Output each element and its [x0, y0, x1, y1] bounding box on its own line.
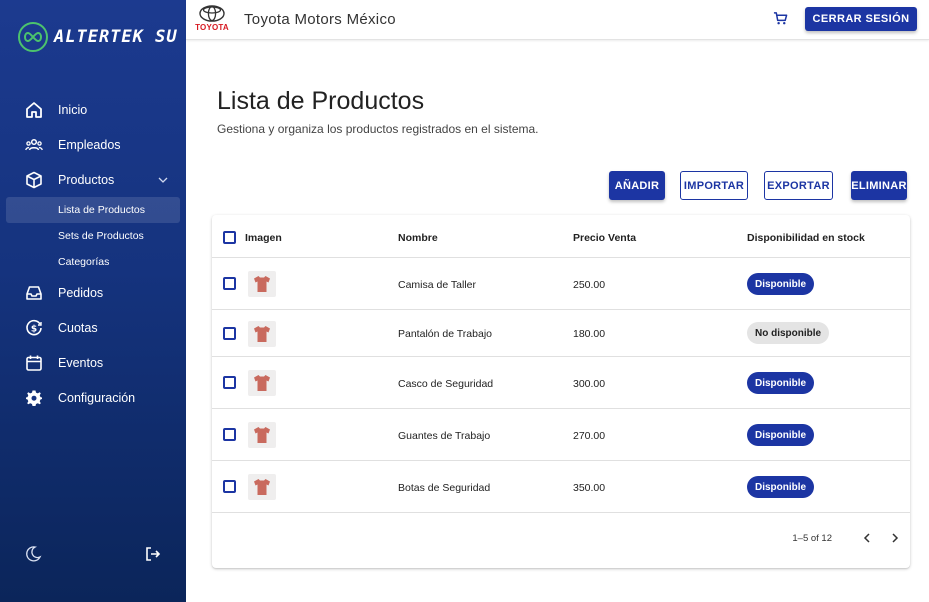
sidebar-item-label: Inicio [58, 102, 88, 117]
infinity-logo-icon [18, 22, 48, 52]
previous-page-icon[interactable] [858, 529, 876, 547]
product-name: Casco de Seguridad [398, 378, 494, 390]
product-thumbnail [248, 422, 276, 448]
dark-mode-toggle-icon[interactable] [24, 545, 42, 568]
table-row[interactable]: Camisa de Taller 250.00 Disponible [212, 258, 910, 310]
table-row[interactable]: Botas de Seguridad 350.00 Disponible [212, 461, 910, 513]
brand-name: ALTERTEK SU [54, 27, 178, 47]
add-button[interactable]: AÑADIR [609, 171, 665, 200]
table-header: Imagen Nombre Precio Venta Disponibilida… [212, 215, 910, 258]
row-checkbox[interactable] [223, 376, 236, 389]
status-badge: Disponible [747, 273, 815, 295]
row-checkbox[interactable] [223, 428, 236, 441]
product-thumbnail [248, 321, 276, 347]
toyota-emblem-icon [199, 5, 225, 22]
products-table: Imagen Nombre Precio Venta Disponibilida… [212, 215, 910, 568]
sidebar-item-label: Empleados [58, 137, 121, 152]
sidebar-subitem-sets-productos[interactable]: Sets de Productos [6, 223, 180, 249]
product-thumbnail [248, 370, 276, 396]
shirt-icon [254, 326, 270, 342]
column-header-image: Imagen [245, 232, 282, 244]
gear-icon [24, 388, 44, 408]
logout-button[interactable]: CERRAR SESIÓN [805, 7, 917, 31]
status-badge: Disponible [747, 476, 815, 498]
product-name: Botas de Seguridad [398, 482, 491, 494]
toyota-wordmark: TOYOTA [195, 23, 229, 32]
delete-button[interactable]: ELIMINAR [851, 171, 907, 200]
toyota-logo[interactable]: TOYOTA [192, 5, 232, 35]
table-row[interactable]: Casco de Seguridad 300.00 Disponible [212, 357, 910, 409]
status-badge: Disponible [747, 424, 815, 446]
pagination-range: 1–5 of 12 [792, 533, 832, 544]
product-price: 270.00 [573, 430, 606, 442]
shirt-icon [254, 427, 270, 443]
sidebar-item-cuotas[interactable]: $ Cuotas [0, 310, 186, 345]
page-subtitle: Gestiona y organiza los productos regist… [217, 122, 539, 136]
status-badge: Disponible [747, 372, 815, 394]
sidebar-subitem-lista-productos[interactable]: Lista de Productos [6, 197, 180, 223]
sidebar-subitem-categorias[interactable]: Categorías [6, 249, 180, 275]
shirt-icon [254, 479, 270, 495]
table-row[interactable]: Guantes de Trabajo 270.00 Disponible [212, 409, 910, 461]
page-title: Lista de Productos [217, 87, 425, 115]
chevron-up-icon[interactable] [158, 174, 168, 186]
status-badge: No disponible [747, 322, 830, 344]
row-checkbox[interactable] [223, 277, 236, 290]
dollar-icon: $ [24, 318, 44, 338]
column-header-name: Nombre [398, 232, 438, 244]
import-button[interactable]: IMPORTAR [680, 171, 748, 200]
sidebar-item-label: Configuración [58, 390, 136, 405]
table-row[interactable]: Pantalón de Trabajo 180.00 No disponible [212, 310, 910, 357]
row-checkbox[interactable] [223, 327, 236, 340]
sidebar-item-empleados[interactable]: Empleados [0, 127, 186, 162]
logout-icon[interactable] [144, 545, 162, 568]
pagination: 1–5 of 12 [212, 527, 910, 551]
calendar-icon [24, 353, 44, 373]
sidebar-item-inicio[interactable]: Inicio [0, 92, 186, 127]
sidebar-item-label: Pedidos [58, 285, 104, 300]
product-name: Pantalón de Trabajo [398, 328, 492, 340]
brand-logo[interactable]: ALTERTEK SU [18, 22, 178, 52]
column-header-price: Precio Venta [573, 232, 637, 244]
product-name: Camisa de Taller [398, 279, 477, 291]
sidebar-item-pedidos[interactable]: Pedidos [0, 275, 186, 310]
sidebar-item-productos[interactable]: Productos [0, 162, 186, 197]
sidebar: ALTERTEK SU Inicio Empleados Productos L… [0, 0, 186, 602]
sidebar-item-label: Cuotas [58, 320, 98, 335]
svg-text:$: $ [31, 324, 37, 334]
product-price: 300.00 [573, 378, 606, 390]
next-page-icon[interactable] [886, 529, 904, 547]
inbox-icon [24, 283, 44, 303]
product-name: Guantes de Trabajo [398, 430, 491, 442]
sidebar-nav: Inicio Empleados Productos Lista de Prod… [0, 92, 186, 415]
product-price: 350.00 [573, 482, 606, 494]
product-price: 250.00 [573, 279, 606, 291]
shirt-icon [254, 375, 270, 391]
sidebar-item-eventos[interactable]: Eventos [0, 345, 186, 380]
select-all-checkbox[interactable] [223, 231, 236, 244]
sidebar-item-label: Eventos [58, 355, 104, 370]
box-icon [24, 170, 44, 190]
product-price: 180.00 [573, 328, 606, 340]
sidebar-footer [24, 545, 162, 568]
row-checkbox[interactable] [223, 480, 236, 493]
top-header: TOYOTA Toyota Motors México CERRAR SESIÓ… [186, 0, 929, 40]
column-header-stock: Disponibilidad en stock [747, 232, 865, 244]
export-button[interactable]: EXPORTAR [764, 171, 833, 200]
product-thumbnail [248, 474, 276, 500]
home-icon [24, 100, 44, 120]
cart-icon[interactable] [773, 11, 788, 31]
people-icon [24, 135, 44, 155]
company-name: Toyota Motors México [244, 11, 396, 28]
sidebar-item-configuracion[interactable]: Configuración [0, 380, 186, 415]
sidebar-item-label: Productos [58, 172, 115, 187]
product-thumbnail [248, 271, 276, 297]
shirt-icon [254, 276, 270, 292]
